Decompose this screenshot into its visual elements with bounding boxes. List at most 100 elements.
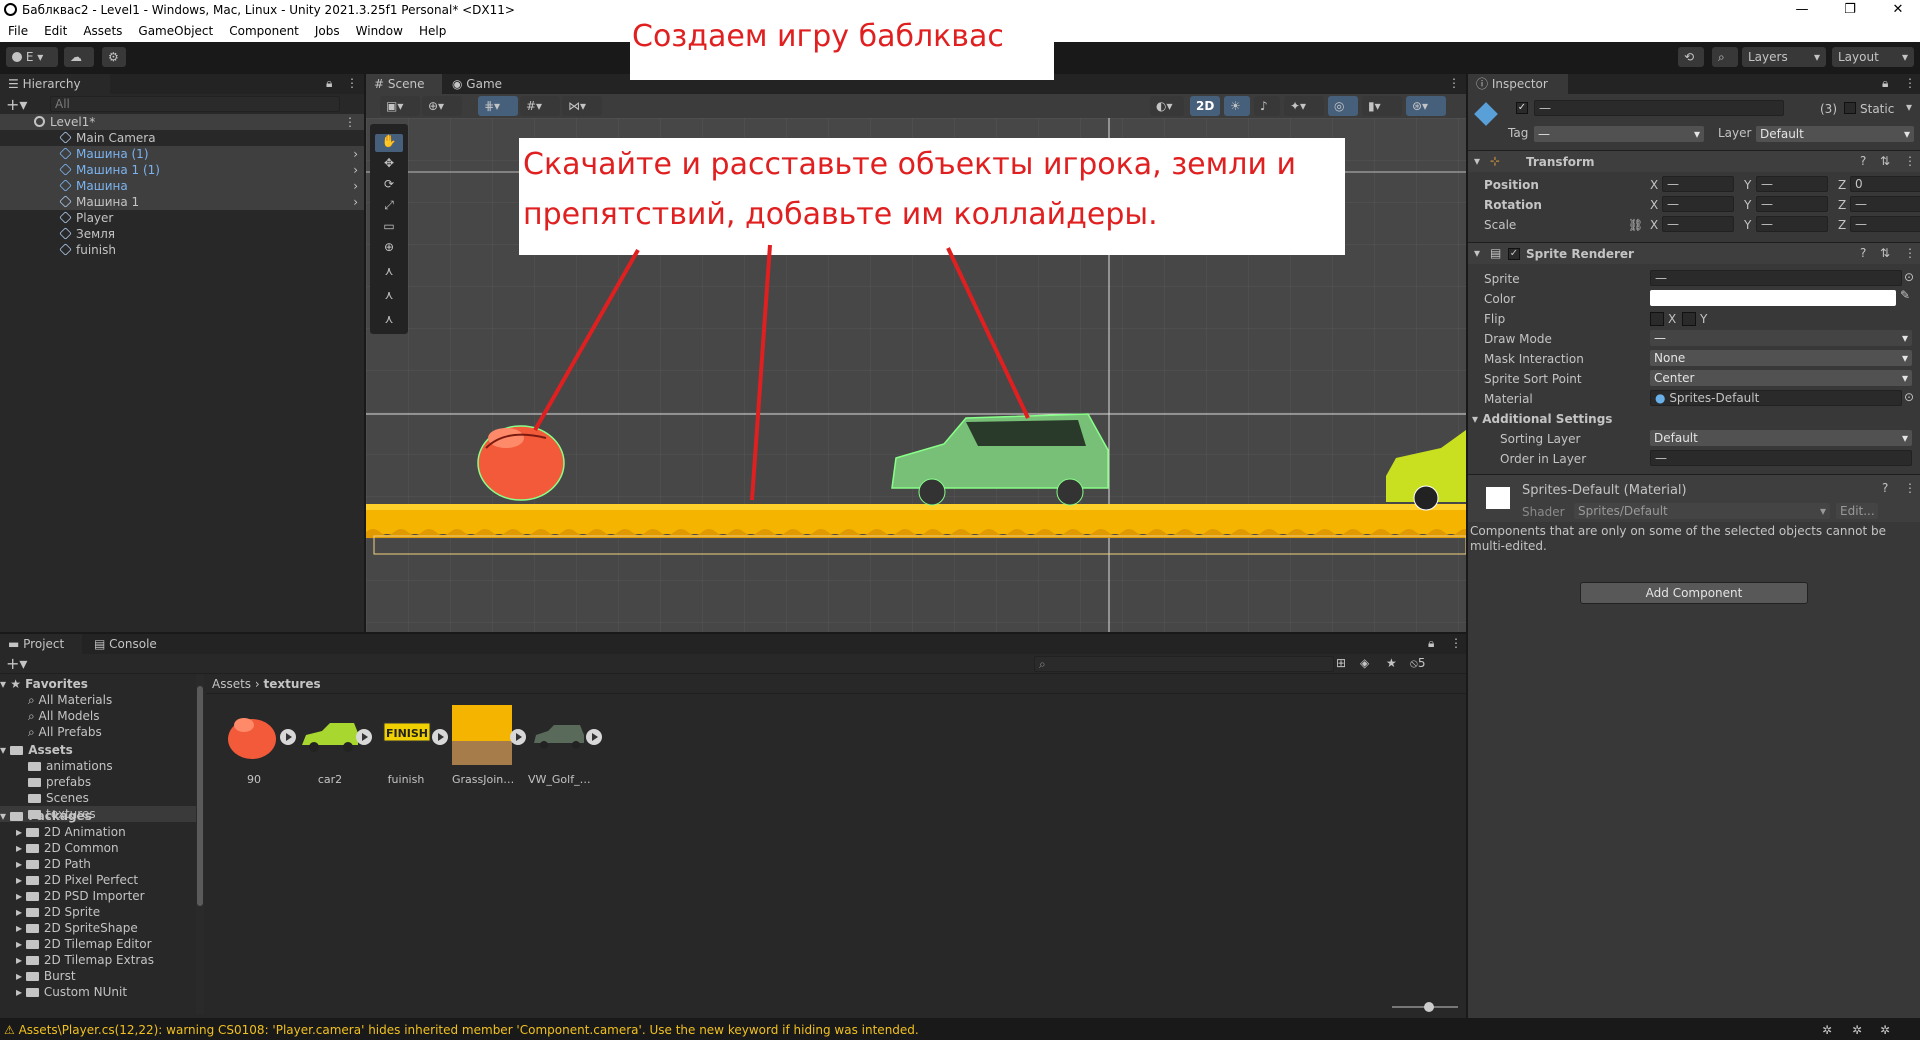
icon-size-slider[interactable] bbox=[1392, 1002, 1458, 1012]
menu-window[interactable]: Window bbox=[348, 24, 411, 38]
mode-2d-button[interactable]: 2D bbox=[1190, 96, 1220, 116]
tab-hierarchy[interactable]: ☰ Hierarchy bbox=[0, 74, 110, 94]
layout-dropdown[interactable]: Layout ▾ bbox=[1832, 47, 1914, 67]
play-icon[interactable] bbox=[356, 729, 372, 745]
object-name-field[interactable]: — bbox=[1534, 100, 1784, 116]
asset-90[interactable]: 90 bbox=[222, 703, 296, 793]
sprite-picker-icon[interactable]: ⊙ bbox=[1904, 270, 1914, 284]
hierarchy-item[interactable]: Машина 1 › bbox=[0, 194, 364, 210]
project-tree-item[interactable]: ▸ 2D Tilemap Extras bbox=[0, 952, 196, 968]
help-icon[interactable]: ? bbox=[1860, 154, 1866, 168]
more-icon[interactable]: ⋮ bbox=[346, 76, 358, 90]
menu-assets[interactable]: Assets bbox=[75, 24, 130, 38]
collab-icon[interactable]: ⚙ bbox=[102, 47, 126, 67]
draw-mode-icon[interactable]: ▣▾ bbox=[380, 96, 420, 116]
material-field[interactable]: ● Sprites-Default bbox=[1650, 390, 1902, 406]
cloud-icon[interactable]: ☁ bbox=[64, 47, 94, 67]
lighting-icon[interactable]: ☀ bbox=[1224, 96, 1250, 116]
menu-help[interactable]: Help bbox=[411, 24, 454, 38]
hidden-packages-icon[interactable]: ⦸5 bbox=[1410, 656, 1425, 671]
scale-tool-icon[interactable]: ⤢ bbox=[375, 198, 403, 216]
breadcrumb-textures[interactable]: textures bbox=[264, 677, 321, 691]
tab-inspector[interactable]: ⓘ Inspector bbox=[1468, 74, 1568, 94]
shader-edit-button[interactable]: Edit... bbox=[1836, 503, 1878, 519]
add-component-button[interactable]: Add Component bbox=[1580, 582, 1808, 604]
order-in-layer-field[interactable]: — bbox=[1650, 450, 1912, 466]
flip-y-checkbox[interactable] bbox=[1682, 312, 1696, 326]
draw-mode-dropdown[interactable]: — ▾ bbox=[1650, 330, 1912, 346]
effects-icon[interactable]: ✦▾ bbox=[1284, 96, 1324, 116]
expand-arrow-icon[interactable]: ▸ bbox=[16, 825, 26, 839]
project-tree-item[interactable]: ⌕ All Materials bbox=[0, 692, 196, 708]
sprite-renderer-header[interactable]: ▾ ▤ ✓ Sprite Renderer ? ⇅ ⋮ bbox=[1468, 242, 1920, 264]
breadcrumb-assets[interactable]: Assets bbox=[212, 677, 251, 691]
rotation-y-field[interactable]: — bbox=[1756, 196, 1828, 212]
close-button[interactable]: ✕ bbox=[1876, 0, 1920, 20]
slider-handle[interactable] bbox=[1424, 1002, 1434, 1012]
sprite-field[interactable]: — bbox=[1650, 270, 1902, 286]
globe-icon[interactable]: ⊕▾ bbox=[422, 96, 462, 116]
project-tree-item[interactable]: animations bbox=[0, 758, 196, 774]
sr-menu-icon[interactable]: ⋮ bbox=[1904, 246, 1916, 260]
inspector-lock-icon[interactable]: 🔒︎ bbox=[1882, 76, 1888, 91]
position-z-field[interactable]: 0 bbox=[1850, 176, 1920, 192]
scene-more-icon[interactable]: ⋮ bbox=[1448, 76, 1460, 90]
expand-arrow-icon[interactable]: › bbox=[353, 178, 358, 194]
project-lock-icon[interactable]: 🔒︎ bbox=[1428, 636, 1434, 651]
rotation-z-field[interactable]: — bbox=[1850, 196, 1920, 212]
project-tree-item[interactable]: ▸ Custom NUnit bbox=[0, 984, 196, 1000]
project-tree-item[interactable]: ⌕ All Models bbox=[0, 708, 196, 724]
project-tree-item[interactable]: ▸ 2D Tilemap Editor bbox=[0, 936, 196, 952]
audio-icon[interactable]: ♪ bbox=[1254, 96, 1280, 116]
packages-header[interactable]: ▾ Packages bbox=[0, 808, 196, 824]
menu-component[interactable]: Component bbox=[221, 24, 307, 38]
project-tree-item[interactable]: ▸ 2D Pixel Perfect bbox=[0, 872, 196, 888]
play-icon[interactable] bbox=[510, 729, 526, 745]
project-tree-item[interactable]: Scenes bbox=[0, 790, 196, 806]
menu-jobs[interactable]: Jobs bbox=[307, 24, 348, 38]
gizmos-icon[interactable]: ⊛▾ bbox=[1406, 96, 1446, 116]
static-dropdown-icon[interactable]: ▾ bbox=[1906, 100, 1912, 114]
project-tree-item[interactable]: ▸ 2D Path bbox=[0, 856, 196, 872]
component-menu-icon[interactable]: ⋮ bbox=[1904, 154, 1916, 168]
hand-tool-icon[interactable]: ✋ bbox=[375, 134, 403, 152]
player-sprite[interactable] bbox=[477, 425, 565, 501]
color-field[interactable] bbox=[1650, 290, 1896, 306]
custom-tool-1-icon[interactable]: ⋏ bbox=[375, 264, 403, 282]
tab-game[interactable]: ◉ Game bbox=[444, 74, 520, 94]
scrollbar-thumb[interactable] bbox=[197, 686, 203, 906]
favorites-header[interactable]: ▾ ★ Favorites bbox=[0, 676, 196, 692]
asset-grassjoin[interactable]: GrassJoinHi... bbox=[452, 703, 526, 793]
expand-arrow-icon[interactable]: ▸ bbox=[16, 985, 26, 999]
hierarchy-item[interactable]: Машина 1 (1) › bbox=[0, 162, 364, 178]
project-tree-item[interactable]: prefabs bbox=[0, 774, 196, 790]
project-more-icon[interactable]: ⋮ bbox=[1450, 636, 1462, 650]
expand-arrow-icon[interactable]: ▸ bbox=[16, 841, 26, 855]
expand-arrow-icon[interactable]: › bbox=[353, 162, 358, 178]
project-add-icon[interactable]: +▾ bbox=[6, 654, 27, 673]
flip-x-checkbox[interactable] bbox=[1650, 312, 1664, 326]
project-tree-item[interactable]: ▸ 2D SpriteShape bbox=[0, 920, 196, 936]
project-tree-item[interactable]: ▸ 2D PSD Importer bbox=[0, 888, 196, 904]
eyedropper-icon[interactable]: ✎ bbox=[1900, 288, 1910, 302]
search-icon[interactable]: ⌕ bbox=[1712, 47, 1738, 67]
play-icon[interactable] bbox=[586, 729, 602, 745]
minimize-button[interactable]: — bbox=[1780, 0, 1824, 20]
tab-console[interactable]: ▤ Console bbox=[86, 634, 170, 654]
hierarchy-search-input[interactable]: All bbox=[50, 96, 340, 112]
sr-help-icon[interactable]: ? bbox=[1860, 246, 1866, 260]
scene-item[interactable]: Level1* ⋮ bbox=[0, 114, 364, 130]
menu-file[interactable]: File bbox=[0, 24, 36, 38]
tab-scene[interactable]: # Scene bbox=[366, 74, 442, 94]
project-search-input[interactable]: ⌕ bbox=[1034, 656, 1334, 672]
sorting-layer-dropdown[interactable]: Default ▾ bbox=[1650, 430, 1912, 446]
expand-arrow-icon[interactable]: ▸ bbox=[16, 889, 26, 903]
grid-icon[interactable]: #▾ bbox=[520, 96, 560, 116]
hierarchy-item[interactable]: fuinish bbox=[0, 242, 364, 258]
custom-tool-2-icon[interactable]: ⋏ bbox=[375, 288, 403, 306]
additional-settings-label[interactable]: ▾ Additional Settings bbox=[1472, 412, 1612, 426]
position-y-field[interactable]: — bbox=[1756, 176, 1828, 192]
favorite-star-icon[interactable]: ★ bbox=[1386, 656, 1397, 670]
material-menu-icon[interactable]: ⋮ bbox=[1904, 481, 1916, 495]
tab-project[interactable]: ▬ Project bbox=[0, 634, 82, 654]
